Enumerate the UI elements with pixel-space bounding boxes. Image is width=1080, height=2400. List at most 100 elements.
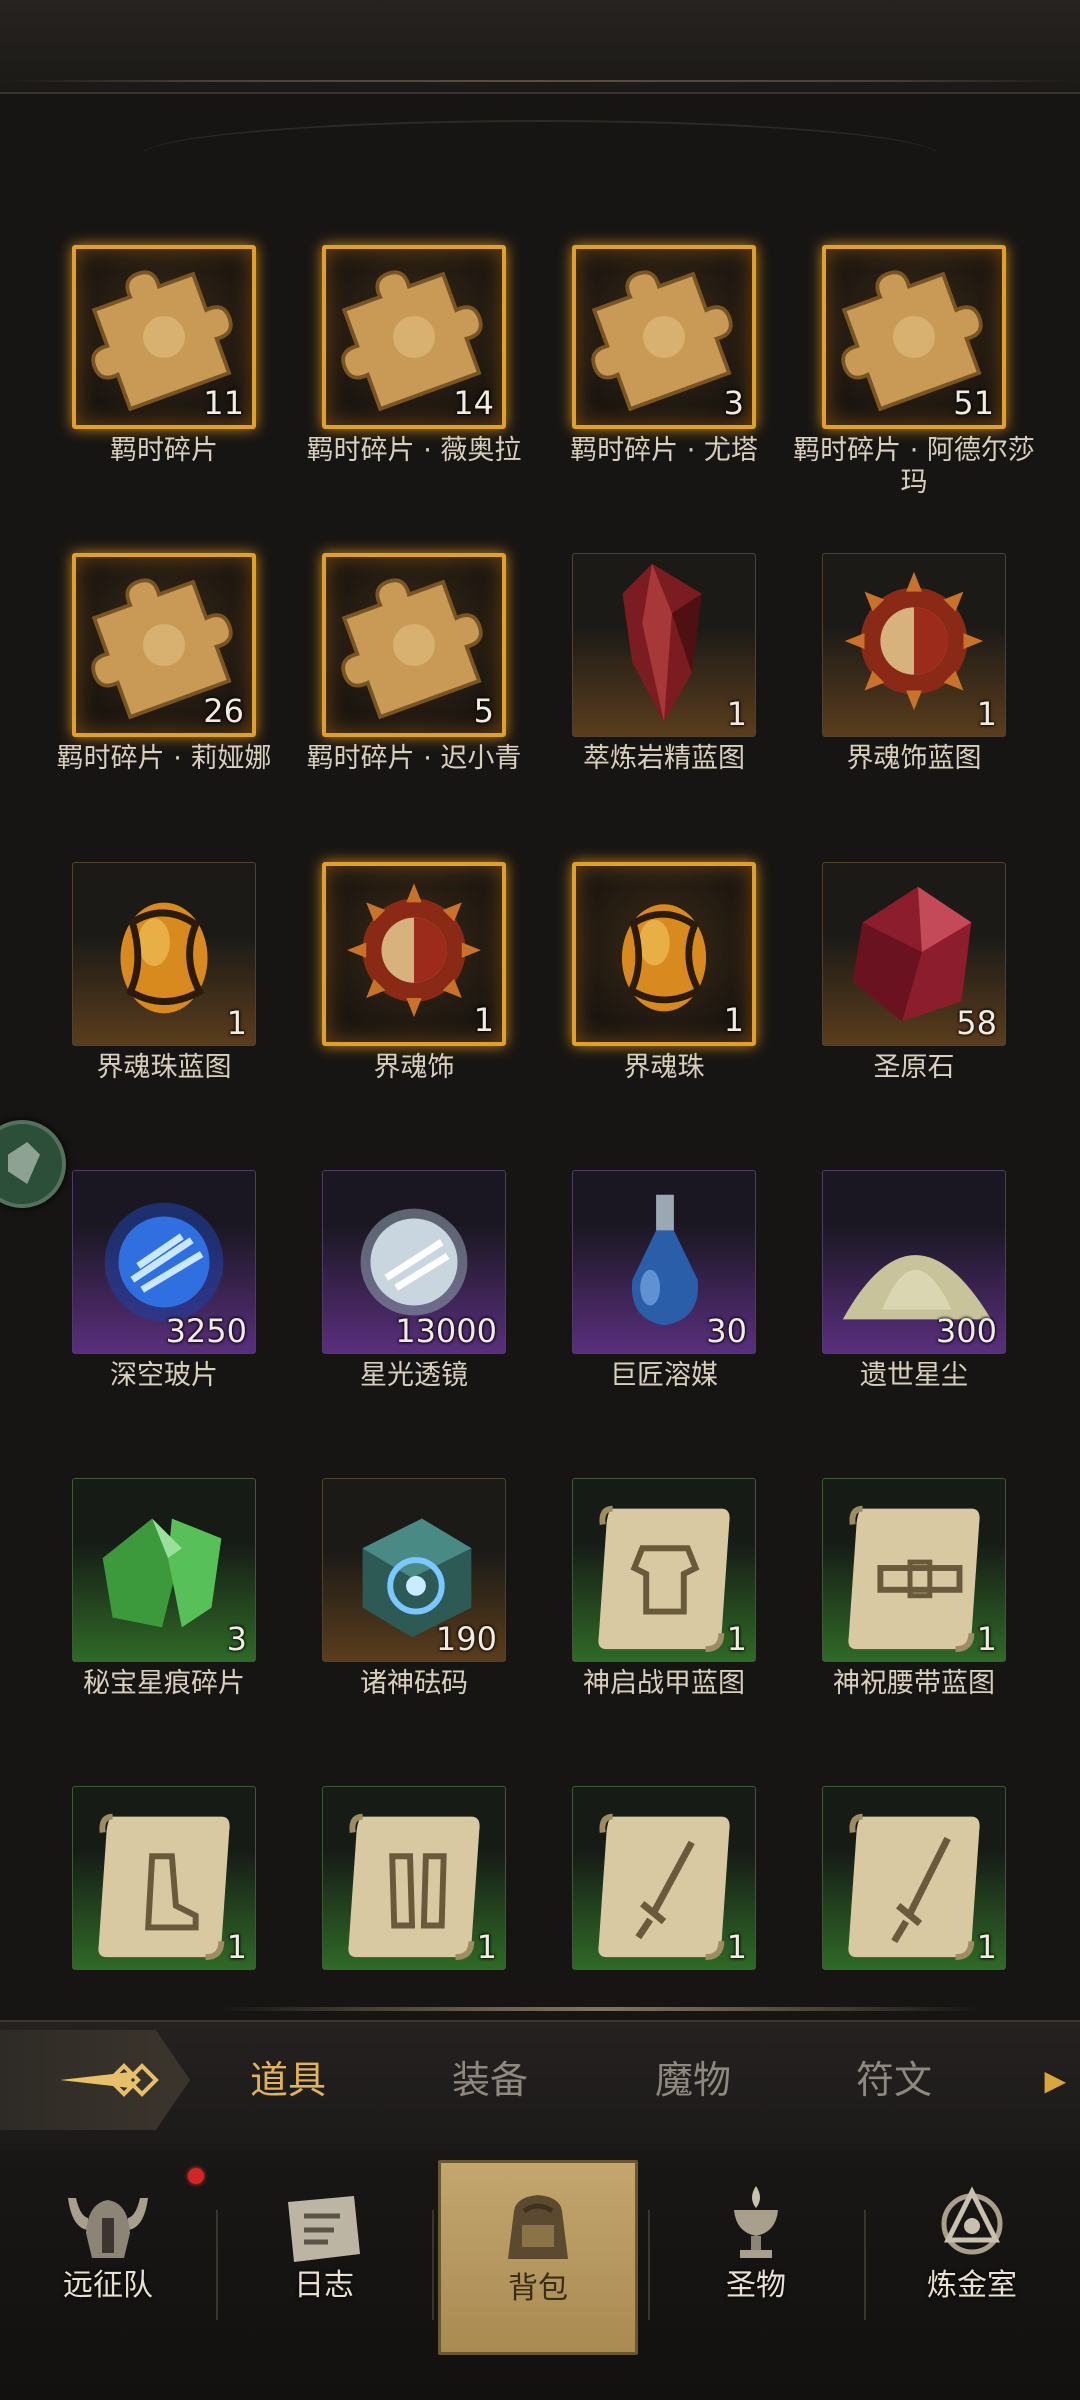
nav-label: 日志 (294, 2268, 354, 2303)
item-count: 1 (726, 1928, 747, 1966)
item-name: 羁时碎片 · 尤塔 (570, 435, 758, 466)
nav-label: 圣物 (726, 2268, 786, 2303)
item-count: 1 (976, 1928, 997, 1966)
tab-runes[interactable]: 符文 (856, 2058, 932, 2102)
chevron-right-icon[interactable]: ▶ (1044, 2064, 1066, 2097)
nav-backpack[interactable]: 背包 (438, 2160, 638, 2355)
inventory-slot[interactable]: 58 (822, 862, 1006, 1046)
item-count: 1 (473, 1001, 494, 1039)
item-count: 51 (953, 384, 994, 422)
arrow-diamond-icon (60, 2063, 159, 2097)
shield-icon (8, 1142, 40, 1184)
tab-monsters[interactable]: 魔物 (655, 2058, 731, 2102)
item-count: 190 (435, 1620, 497, 1658)
item-name: 羁时碎片 · 迟小青 (306, 743, 522, 774)
inventory-slot[interactable]: 1 (822, 553, 1006, 737)
inventory-slot[interactable]: 1 (572, 553, 756, 737)
inventory-slot[interactable]: 1 (822, 1786, 1006, 1970)
inventory-slot[interactable]: 190 (322, 1478, 506, 1662)
item-count: 1 (226, 1004, 247, 1042)
category-tab-bar: 道具 装备 魔物 符文 ▶ (0, 2020, 1080, 2154)
item-name: 星光透镜 (360, 1360, 468, 1391)
item-count: 5 (473, 692, 494, 730)
chalice-icon (734, 2186, 778, 2258)
nav-relics[interactable]: 圣物 (656, 2160, 856, 2355)
tab-divider (220, 2007, 980, 2011)
item-count: 1 (976, 1620, 997, 1658)
item-name: 羁时碎片 · 莉娅娜 (56, 743, 272, 774)
item-count: 1 (726, 695, 747, 733)
inventory-slot[interactable]: 5 (322, 553, 506, 737)
inventory-slot[interactable]: 1 (322, 1786, 506, 1970)
item-name: 神启战甲蓝图 (583, 1668, 745, 1699)
tab-back-button[interactable] (0, 2030, 190, 2130)
inventory-slot[interactable]: 3 (572, 245, 756, 429)
tab-equipment[interactable]: 装备 (452, 2058, 528, 2102)
nav-separator (864, 2210, 866, 2320)
nav-expedition[interactable]: 远征队 (8, 2160, 208, 2355)
inventory-slot[interactable]: 11 (72, 245, 256, 429)
item-name: 诸神砝码 (360, 1668, 468, 1699)
nav-label: 背包 (508, 2271, 568, 2306)
inventory-slot[interactable]: 1 (322, 862, 506, 1046)
item-name: 巨匠溶媒 (610, 1360, 718, 1391)
item-count: 3250 (165, 1312, 247, 1350)
backpack-icon (508, 2195, 568, 2259)
inventory-slot[interactable]: 300 (822, 1170, 1006, 1354)
nav-journal[interactable]: 日志 (224, 2160, 424, 2355)
journal-icon (288, 2196, 360, 2262)
item-name: 深空玻片 (110, 1360, 218, 1391)
item-count: 3 (723, 384, 744, 422)
inventory-slot[interactable]: 13000 (322, 1170, 506, 1354)
item-name: 界魂珠 (623, 1052, 705, 1083)
item-count: 13000 (395, 1312, 497, 1350)
inventory-slot[interactable]: 1 (72, 1786, 256, 1970)
inventory-slot[interactable]: 1 (822, 1478, 1006, 1662)
item-count: 300 (935, 1312, 997, 1350)
item-count: 1 (476, 1928, 497, 1966)
item-count: 30 (706, 1312, 747, 1350)
nav-separator (216, 2210, 218, 2320)
inventory-slot[interactable]: 1 (72, 862, 256, 1046)
inventory-slot[interactable]: 1 (572, 1478, 756, 1662)
item-name: 萃炼岩精蓝图 (583, 743, 745, 774)
inventory-slot[interactable]: 14 (322, 245, 506, 429)
inventory-slot[interactable]: 51 (822, 245, 1006, 429)
inventory-slot[interactable]: 1 (572, 862, 756, 1046)
notification-dot (188, 2168, 204, 2184)
item-count: 26 (203, 692, 244, 730)
item-count: 14 (453, 384, 494, 422)
item-count: 1 (226, 1928, 247, 1966)
inventory-slot[interactable]: 1 (572, 1786, 756, 1970)
item-count: 1 (976, 695, 997, 733)
item-name: 神祝腰带蓝图 (833, 1668, 995, 1699)
inventory-slot[interactable]: 3250 (72, 1170, 256, 1354)
tab-items[interactable]: 道具 (250, 2058, 326, 2102)
item-count: 58 (956, 1004, 997, 1042)
item-count: 1 (726, 1620, 747, 1658)
item-name: 界魂饰蓝图 (846, 743, 982, 774)
inventory-slot[interactable]: 26 (72, 553, 256, 737)
item-count: 1 (723, 1001, 744, 1039)
item-name: 羁时碎片 · 阿德尔莎玛 (793, 435, 1035, 498)
item-name: 羁时碎片 · 薇奥拉 (306, 435, 522, 466)
inventory-slot[interactable]: 3 (72, 1478, 256, 1662)
item-count: 3 (226, 1620, 247, 1658)
nav-separator (432, 2210, 434, 2320)
item-count: 11 (203, 384, 244, 422)
nav-label: 远征队 (63, 2268, 153, 2303)
item-name: 圣原石 (873, 1052, 955, 1083)
nav-separator (648, 2210, 650, 2320)
item-name: 羁时碎片 (110, 435, 218, 466)
item-name: 界魂珠蓝图 (96, 1052, 232, 1083)
item-name: 秘宝星痕碎片 (83, 1668, 245, 1699)
nav-alchemy[interactable]: 炼金室 (872, 2160, 1072, 2355)
viking-helmet-icon (68, 2198, 148, 2258)
nav-label: 炼金室 (927, 2268, 1017, 2303)
alchemy-icon (941, 2186, 1003, 2255)
inventory-grid: 11 羁时碎片 14 羁时碎片 · 薇奥拉 3 羁时碎片 · 尤塔 51 羁时碎片 · 阿德尔… (0, 0, 1080, 2000)
inventory-slot[interactable]: 30 (572, 1170, 756, 1354)
item-name: 界魂饰 (373, 1052, 455, 1083)
bottom-nav: 远征队 日志 背包 圣物 炼金室 (0, 2150, 1080, 2400)
item-name: 遗世星尘 (860, 1360, 968, 1391)
